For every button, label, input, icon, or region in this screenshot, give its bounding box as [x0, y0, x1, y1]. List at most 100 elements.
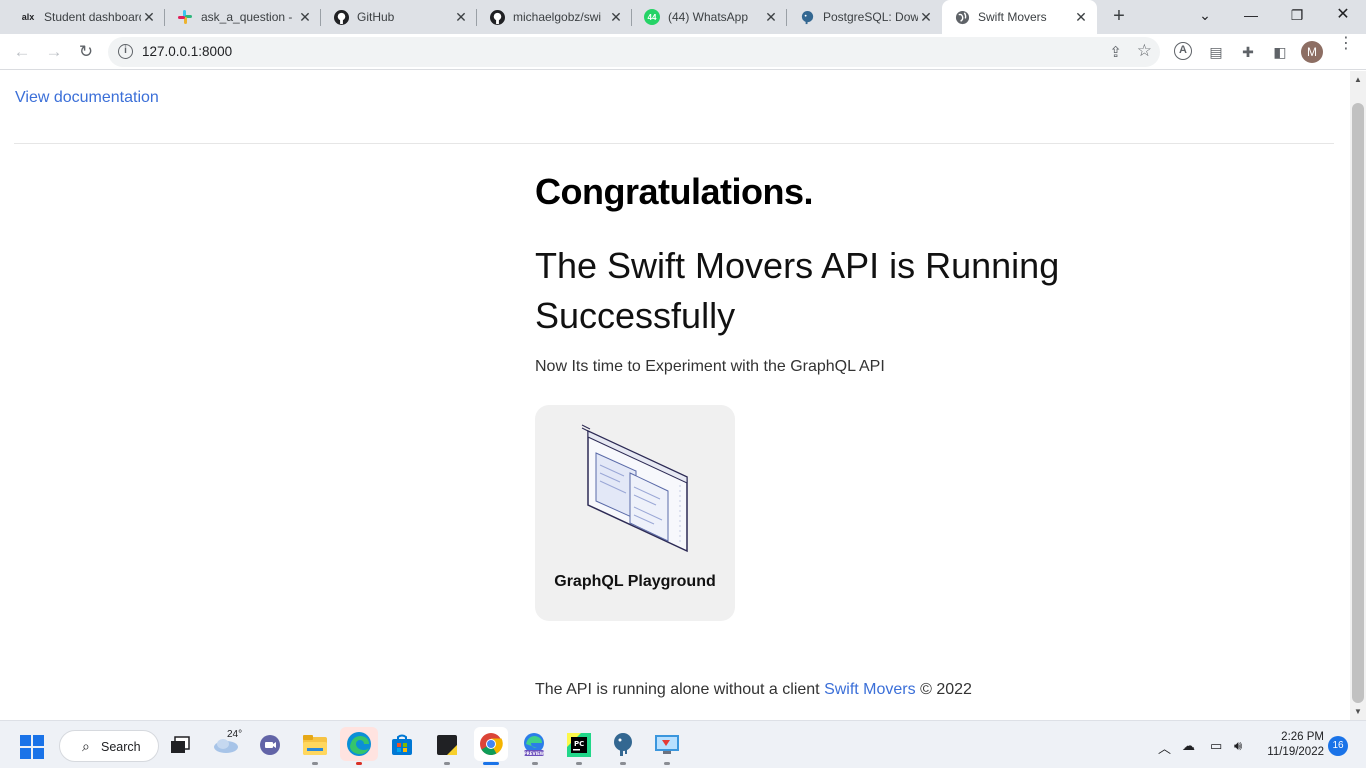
tab-title: GitHub: [357, 10, 395, 24]
globe-icon: [954, 9, 970, 25]
footer-text: The API is running alone without a clien…: [535, 681, 825, 698]
close-tab-icon[interactable]: ✕: [608, 9, 624, 25]
close-tab-icon[interactable]: ✕: [141, 9, 157, 25]
taskbar-search[interactable]: ⌕ Search: [59, 730, 159, 762]
taskbar-clock[interactable]: 2:26 PM 11/19/2022: [1262, 730, 1324, 760]
minimize-button[interactable]: —: [1228, 0, 1274, 32]
page-subheading: The Swift Movers API is Running Successf…: [535, 245, 1060, 336]
volume-icon[interactable]: 🔊︎: [1234, 738, 1242, 754]
github-icon: [333, 9, 349, 25]
page-viewport: View documentation Congratulations. The …: [0, 71, 1350, 720]
notification-badge[interactable]: 16: [1328, 736, 1348, 756]
show-hidden-icons-chevron-icon[interactable]: ︿: [1158, 738, 1171, 757]
app-active-indicator: [483, 762, 499, 765]
share-icon[interactable]: ⇪: [1109, 43, 1122, 61]
browser-toolbar: ← → ↻ i 127.0.0.1:8000 ⇪ ☆ A ▤ ✚ ◧ M ⋮: [0, 34, 1366, 70]
site-info-icon[interactable]: i: [118, 44, 133, 59]
scroll-up-arrow-icon[interactable]: ▲: [1354, 75, 1362, 84]
tab-postgresql[interactable]: PostgreSQL: Dow ✕: [787, 0, 942, 34]
bookmark-star-icon[interactable]: ☆: [1137, 41, 1152, 61]
footer-copyright: © 2022: [915, 681, 972, 698]
view-documentation-link[interactable]: View documentation: [15, 89, 159, 107]
back-arrow-icon[interactable]: ←: [8, 38, 36, 66]
side-panel-icon[interactable]: ◧: [1270, 42, 1290, 62]
tab-ask-a-question[interactable]: ask_a_question - ✕: [165, 0, 321, 34]
tab-title: michaelgobz/swi: [513, 10, 602, 24]
new-tab-button[interactable]: +: [1106, 5, 1132, 29]
url-text[interactable]: 127.0.0.1:8000: [142, 44, 232, 59]
teams-chat-icon[interactable]: [256, 731, 284, 759]
app-running-indicator: [444, 762, 450, 765]
taskbar-search-label: Search: [101, 740, 141, 754]
scroll-down-arrow-icon[interactable]: ▼: [1354, 707, 1362, 716]
forward-arrow-icon[interactable]: →: [40, 38, 68, 66]
svg-text:PC: PC: [574, 740, 584, 748]
postgresql-icon: [799, 9, 815, 25]
translate-extension-icon[interactable]: A: [1174, 42, 1192, 60]
clock-date: 11/19/2022: [1267, 746, 1324, 758]
profile-avatar[interactable]: M: [1301, 41, 1323, 63]
network-icon[interactable]: ▭: [1210, 738, 1222, 754]
tab-github[interactable]: GitHub ✕: [321, 0, 477, 34]
slack-icon: [177, 9, 193, 25]
header-divider: [14, 143, 1334, 144]
swift-movers-link[interactable]: Swift Movers: [824, 681, 916, 698]
app-running-indicator: [356, 762, 362, 765]
tab-title: (44) WhatsApp: [668, 10, 749, 24]
app-running-indicator: [664, 762, 670, 765]
page-tagline: Now Its time to Experiment with the Grap…: [535, 358, 885, 375]
microsoft-store-icon[interactable]: [388, 731, 416, 759]
edge-icon[interactable]: [340, 727, 378, 761]
document-extension-icon[interactable]: ▤: [1206, 42, 1226, 62]
tab-title: ask_a_question -: [201, 10, 293, 24]
close-tab-icon[interactable]: ✕: [453, 9, 469, 25]
weather-temperature: 24°: [227, 729, 243, 740]
windows-taskbar: ⌕ Search 24° PREVIEW PC ︿ ☁ ▭ 🔊︎ 2:26 PM…: [0, 720, 1366, 768]
app-running-indicator: [576, 762, 582, 765]
tab-whatsapp[interactable]: 44 (44) WhatsApp ✕: [632, 0, 787, 34]
alx-icon: alx: [21, 12, 35, 22]
remote-desktop-icon[interactable]: [653, 731, 681, 759]
tab-swift-movers[interactable]: Swift Movers ✕: [942, 0, 1097, 34]
tab-title: Swift Movers: [978, 10, 1047, 24]
close-tab-icon[interactable]: ✕: [297, 9, 313, 25]
tab-title: Student dashboard: [44, 10, 141, 24]
tab-student-dashboard[interactable]: alx Student dashboard ✕: [8, 0, 165, 34]
page-heading: Congratulations.: [535, 171, 814, 212]
tab-title: PostgreSQL: Dow: [823, 10, 918, 24]
sticky-notes-icon[interactable]: [433, 731, 461, 759]
pycharm-icon[interactable]: PC: [565, 731, 593, 759]
extensions-puzzle-icon[interactable]: ✚: [1238, 42, 1258, 62]
restore-button[interactable]: ❐: [1274, 0, 1320, 32]
scrollbar-thumb[interactable]: [1352, 103, 1364, 703]
github-icon: [489, 9, 505, 25]
app-running-indicator: [312, 762, 318, 765]
app-running-indicator: [620, 762, 626, 765]
windows-start-icon[interactable]: [20, 735, 44, 759]
address-bar[interactable]: i 127.0.0.1:8000 ⇪ ☆: [108, 37, 1160, 67]
chrome-icon[interactable]: [474, 727, 508, 761]
reload-icon[interactable]: ↻: [72, 38, 100, 66]
whatsapp-icon: 44: [644, 9, 660, 25]
app-running-indicator: [532, 762, 538, 765]
graphql-playground-card[interactable]: GraphQL Playground: [535, 405, 735, 621]
page-footer: The API is running alone without a clien…: [535, 681, 972, 699]
close-tab-icon[interactable]: ✕: [1073, 9, 1089, 25]
clock-time: 2:26 PM: [1281, 731, 1324, 743]
tab-strip: alx Student dashboard ✕ ask_a_question -…: [0, 0, 1366, 34]
pgadmin-icon[interactable]: [609, 731, 637, 759]
graphql-playground-label: GraphQL Playground: [554, 573, 716, 590]
close-tab-icon[interactable]: ✕: [763, 9, 779, 25]
tab-michaelgobz-repo[interactable]: michaelgobz/swi ✕: [477, 0, 632, 34]
page-scrollbar[interactable]: ▲ ▼: [1350, 71, 1366, 720]
close-window-button[interactable]: ✕: [1320, 0, 1366, 32]
onedrive-cloud-icon[interactable]: ☁: [1182, 738, 1195, 754]
file-explorer-icon[interactable]: [301, 731, 329, 759]
playground-illustration-icon: [581, 424, 688, 553]
more-menu-icon[interactable]: ⋮: [1338, 36, 1354, 52]
tab-search-chevron-icon[interactable]: ⌄: [1182, 0, 1228, 32]
svg-text:PREVIEW: PREVIEW: [524, 751, 545, 756]
close-tab-icon[interactable]: ✕: [918, 9, 934, 25]
edge-preview-icon[interactable]: PREVIEW: [520, 731, 548, 759]
task-view-icon[interactable]: [166, 731, 194, 759]
